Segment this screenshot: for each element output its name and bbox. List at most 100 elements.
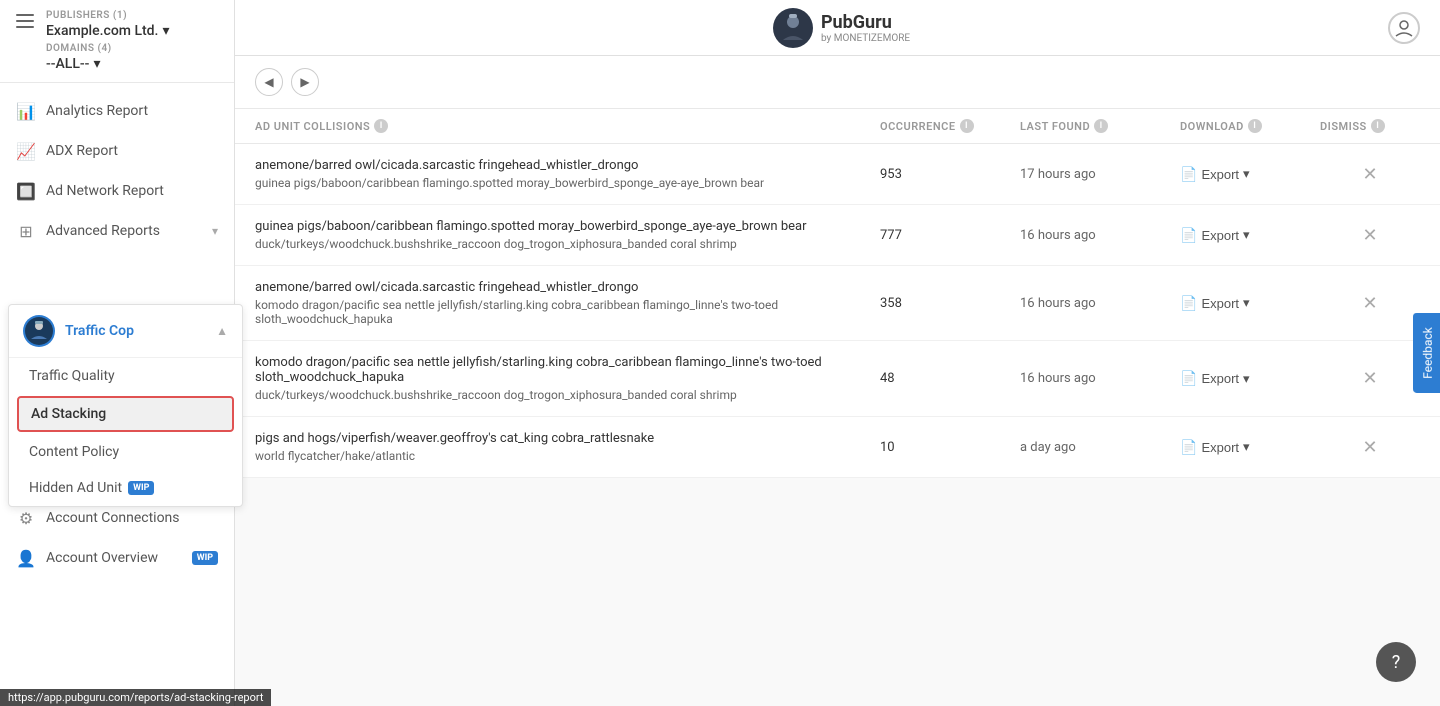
dismiss-button[interactable]: ✕ [1320, 368, 1420, 389]
advanced-chevron-icon: ▾ [212, 224, 218, 238]
export-icon: 📄 [1180, 439, 1197, 456]
advanced-label: Advanced Reports [46, 223, 202, 239]
sidebar-item-analytics[interactable]: 📊 Analytics Report [0, 91, 234, 131]
traffic-cop-section: Traffic Cop ▲ Traffic Quality Ad Stackin… [8, 304, 234, 507]
scroll-left-button[interactable]: ◀ [255, 68, 283, 96]
publisher-name[interactable]: Example.com Ltd. ▾ [46, 23, 222, 39]
export-button[interactable]: 📄 Export ▾ [1180, 166, 1320, 183]
ad-unit-cell: anemone/barred owl/cicada.sarcastic frin… [255, 158, 880, 190]
col-dismiss: DISMISS i [1320, 119, 1420, 133]
sidebar-item-account-overview[interactable]: 👤 Account Overview WIP [0, 538, 234, 578]
feedback-button[interactable]: Feedback [1413, 313, 1440, 393]
dismiss-button[interactable]: ✕ [1320, 164, 1420, 185]
ad-unit-cell: guinea pigs/baboon/caribbean flamingo.sp… [255, 219, 880, 251]
logo-main-text: PubGuru [821, 12, 910, 33]
sidebar-item-hidden-ad-unit[interactable]: Hidden Ad Unit WIP [9, 470, 234, 506]
sidebar-item-adnetwork[interactable]: 🔲 Ad Network Report [0, 171, 234, 211]
top-header: PubGuru by MONETIZEMORE [235, 0, 1440, 56]
pubguru-svg [775, 10, 811, 46]
download-info-icon[interactable]: i [1248, 119, 1262, 133]
export-chevron-icon: ▾ [1243, 439, 1250, 455]
table-row: komodo dragon/pacific sea nettle jellyfi… [235, 341, 1440, 417]
ad-unit-info-icon[interactable]: i [374, 119, 388, 133]
last-found-value: 16 hours ago [1020, 228, 1180, 243]
table-row: pigs and hogs/viperfish/weaver.geoffroy'… [235, 417, 1440, 478]
publisher-chevron-icon: ▾ [162, 23, 169, 39]
help-button[interactable]: ? [1376, 642, 1416, 682]
scroll-right-button[interactable]: ▶ [291, 68, 319, 96]
export-button[interactable]: 📄 Export ▾ [1180, 227, 1320, 244]
occurrence-info-icon[interactable]: i [960, 119, 974, 133]
last-found-value: a day ago [1020, 440, 1180, 455]
wip-badge: WIP [128, 481, 154, 495]
dismiss-button[interactable]: ✕ [1320, 293, 1420, 314]
advanced-icon: ⊞ [16, 221, 36, 241]
col-download: DOWNLOAD i [1180, 119, 1320, 133]
publishers-row: PUBLISHERS (1) Example.com Ltd. ▾ [46, 10, 222, 39]
adx-icon: 📈 [16, 141, 36, 161]
export-icon: 📄 [1180, 166, 1197, 183]
sidebar-header: PUBLISHERS (1) Example.com Ltd. ▾ DOMAIN… [0, 0, 234, 83]
ad-unit-secondary: duck/turkeys/woodchuck.bushshrike_raccoo… [255, 237, 880, 251]
domains-chevron-icon: ▾ [93, 56, 100, 72]
connections-icon: ⚙ [16, 508, 36, 528]
export-button[interactable]: 📄 Export ▾ [1180, 370, 1320, 387]
traffic-cop-header[interactable]: Traffic Cop ▲ [9, 305, 234, 358]
export-chevron-icon: ▾ [1243, 166, 1250, 182]
sidebar-item-traffic-quality[interactable]: Traffic Quality [9, 358, 234, 394]
traffic-cop-avatar [23, 315, 55, 347]
export-icon: 📄 [1180, 227, 1197, 244]
ad-unit-cell: anemone/barred owl/cicada.sarcastic frin… [255, 280, 880, 326]
occurrence-value: 777 [880, 228, 1020, 243]
table-row: guinea pigs/baboon/caribbean flamingo.sp… [235, 205, 1440, 266]
adnetwork-icon: 🔲 [16, 181, 36, 201]
ad-unit-primary: anemone/barred owl/cicada.sarcastic frin… [255, 158, 880, 173]
last-found-value: 16 hours ago [1020, 371, 1180, 386]
ad-unit-secondary: guinea pigs/baboon/caribbean flamingo.sp… [255, 176, 880, 190]
occurrence-value: 48 [880, 371, 1020, 386]
sidebar-item-advanced[interactable]: ⊞ Advanced Reports ▾ [0, 211, 234, 251]
ad-unit-secondary: world flycatcher/hake/atlantic [255, 449, 880, 463]
table-row: anemone/barred owl/cicada.sarcastic frin… [235, 266, 1440, 341]
last-found-value: 16 hours ago [1020, 296, 1180, 311]
traffic-cop-logo [25, 317, 53, 345]
overview-label: Account Overview [46, 550, 176, 566]
dismiss-button[interactable]: ✕ [1320, 437, 1420, 458]
ad-unit-secondary: komodo dragon/pacific sea nettle jellyfi… [255, 298, 880, 326]
occurrence-value: 953 [880, 167, 1020, 182]
pubguru-logo-icon [773, 8, 813, 48]
sidebar-item-ad-stacking[interactable]: Ad Stacking [17, 396, 234, 432]
export-icon: 📄 [1180, 295, 1197, 312]
domains-label: DOMAINS (4) [46, 43, 222, 54]
dismiss-button[interactable]: ✕ [1320, 225, 1420, 246]
occurrence-value: 358 [880, 296, 1020, 311]
analytics-icon: 📊 [16, 101, 36, 121]
overview-wip-badge: WIP [192, 551, 218, 565]
col-ad-unit-collisions: AD UNIT COLLISIONS i [255, 119, 880, 133]
export-button[interactable]: 📄 Export ▾ [1180, 295, 1320, 312]
table-header: AD UNIT COLLISIONS i OCCURRENCE i LAST F… [235, 109, 1440, 144]
sidebar-item-content-policy[interactable]: Content Policy [9, 434, 234, 470]
dismiss-info-icon[interactable]: i [1371, 119, 1385, 133]
ad-unit-primary: guinea pigs/baboon/caribbean flamingo.sp… [255, 219, 880, 234]
last-found-info-icon[interactable]: i [1094, 119, 1108, 133]
export-chevron-icon: ▾ [1243, 227, 1250, 243]
table-row: anemone/barred owl/cicada.sarcastic frin… [235, 144, 1440, 205]
last-found-value: 17 hours ago [1020, 167, 1180, 182]
ad-unit-secondary: duck/turkeys/woodchuck.bushshrike_raccoo… [255, 388, 880, 402]
col-occurrence: OCCURRENCE i [880, 119, 1020, 133]
sidebar-nav: 📊 Analytics Report 📈 ADX Report 🔲 Ad Net… [0, 83, 234, 706]
connections-label: Account Connections [46, 510, 218, 526]
adx-label: ADX Report [46, 143, 218, 159]
sidebar-item-adx[interactable]: 📈 ADX Report [0, 131, 234, 171]
export-button[interactable]: 📄 Export ▾ [1180, 439, 1320, 456]
domains-value[interactable]: --ALL-- ▾ [46, 56, 222, 72]
publisher-section: PUBLISHERS (1) Example.com Ltd. ▾ DOMAIN… [46, 10, 222, 72]
hamburger-menu[interactable] [12, 10, 38, 32]
export-chevron-icon: ▾ [1243, 371, 1250, 387]
data-table: AD UNIT COLLISIONS i OCCURRENCE i LAST F… [235, 109, 1440, 478]
traffic-cop-chevron-icon: ▲ [216, 324, 228, 338]
pubguru-logo: PubGuru by MONETIZEMORE [773, 8, 910, 48]
occurrence-value: 10 [880, 440, 1020, 455]
user-avatar-icon[interactable] [1388, 12, 1420, 44]
